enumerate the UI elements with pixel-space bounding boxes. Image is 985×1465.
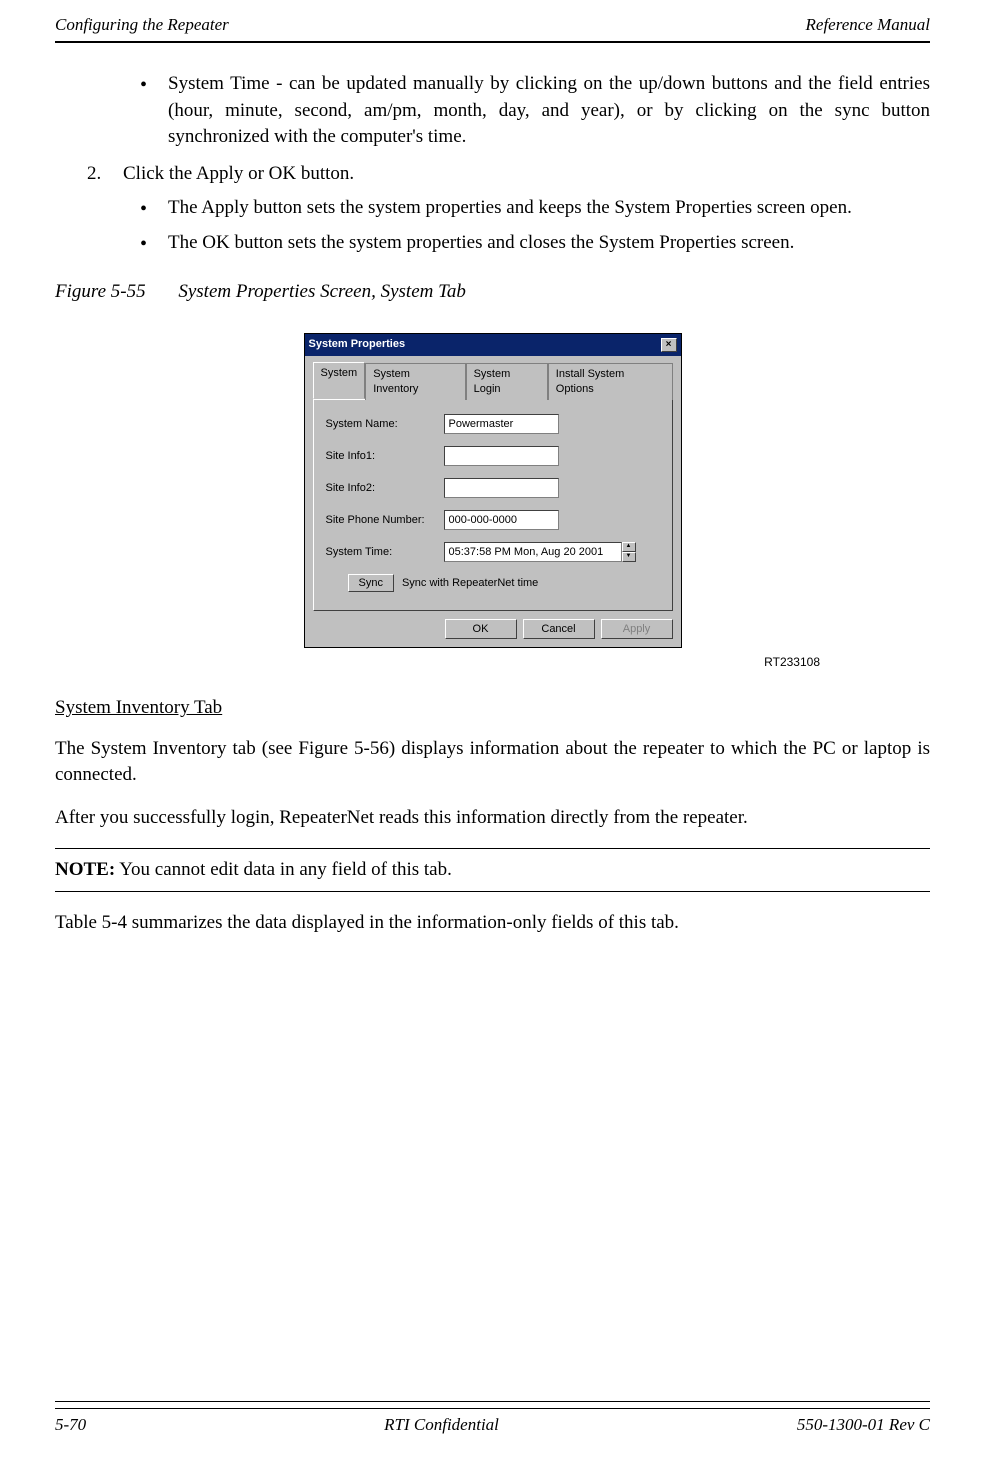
header-right: Reference Manual xyxy=(806,15,930,35)
image-id: RT233108 xyxy=(55,654,820,671)
close-icon[interactable]: × xyxy=(661,338,677,352)
paragraph-3: Table 5-4 summarizes the data displayed … xyxy=(55,910,930,937)
label-site-info1: Site Info1: xyxy=(326,449,444,464)
figure-number: Figure 5-55 xyxy=(55,281,146,302)
system-properties-dialog: System Properties × System System Invent… xyxy=(304,333,682,648)
time-spinner[interactable]: ▲ ▼ xyxy=(622,542,636,562)
phone-input[interactable] xyxy=(444,510,559,530)
section-heading: System Inventory Tab xyxy=(55,695,930,722)
footer-right: 550-1300-01 Rev C xyxy=(797,1415,930,1435)
apply-button[interactable]: Apply xyxy=(601,619,673,639)
step-text: Click the Apply or OK button. xyxy=(123,161,354,188)
site-info1-input[interactable] xyxy=(444,446,559,466)
ok-button[interactable]: OK xyxy=(445,619,517,639)
bullet-system-time: System Time - can be updated manually by… xyxy=(140,71,930,151)
dialog-title: System Properties xyxy=(309,337,406,352)
tab-system-login[interactable]: System Login xyxy=(466,363,548,401)
tab-system[interactable]: System xyxy=(313,362,366,400)
label-site-info2: Site Info2: xyxy=(326,481,444,496)
spin-down-icon[interactable]: ▼ xyxy=(622,552,636,562)
footer-center: RTI Confidential xyxy=(384,1415,499,1435)
figure-title: System Properties Screen, System Tab xyxy=(178,281,466,302)
system-time-input[interactable] xyxy=(444,542,622,562)
tab-system-inventory[interactable]: System Inventory xyxy=(365,363,465,401)
step-2: 2. Click the Apply or OK button. xyxy=(87,161,930,188)
label-system-name: System Name: xyxy=(326,417,444,432)
paragraph-2: After you successfully login, RepeaterNe… xyxy=(55,805,930,832)
footer-rule xyxy=(55,1401,930,1402)
cancel-button[interactable]: Cancel xyxy=(523,619,595,639)
label-phone: Site Phone Number: xyxy=(326,513,444,528)
footer-page-number: 5-70 xyxy=(55,1415,86,1435)
bullet-apply: The Apply button sets the system propert… xyxy=(140,195,930,222)
site-info2-input[interactable] xyxy=(444,478,559,498)
spin-up-icon[interactable]: ▲ xyxy=(622,542,636,552)
tab-install-options[interactable]: Install System Options xyxy=(548,363,673,401)
note-box: NOTE: You cannot edit data in any field … xyxy=(55,848,930,893)
paragraph-1: The System Inventory tab (see Figure 5-5… xyxy=(55,736,930,789)
note-text: You cannot edit data in any field of thi… xyxy=(115,859,452,880)
page-footer: 5-70 RTI Confidential 550-1300-01 Rev C xyxy=(55,1408,930,1435)
note-label: NOTE: xyxy=(55,859,115,880)
step-number: 2. xyxy=(87,161,123,188)
system-name-input[interactable] xyxy=(444,414,559,434)
page-header: Configuring the Repeater Reference Manua… xyxy=(55,15,930,43)
sync-label: Sync with RepeaterNet time xyxy=(402,576,538,591)
label-system-time: System Time: xyxy=(326,545,444,560)
sync-button[interactable]: Sync xyxy=(348,574,394,592)
figure-caption: Figure 5-55 System Properties Screen, Sy… xyxy=(55,279,930,306)
dialog-titlebar[interactable]: System Properties × xyxy=(305,334,681,355)
bullet-ok: The OK button sets the system properties… xyxy=(140,230,930,257)
header-left: Configuring the Repeater xyxy=(55,15,229,35)
